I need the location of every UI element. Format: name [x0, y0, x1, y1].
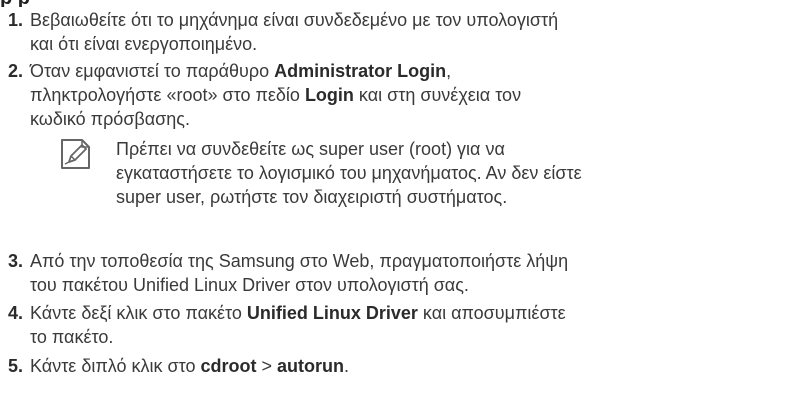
step-text-line: πληκτρολογήστε «root» στο πεδίο Login κα… [30, 83, 780, 107]
step-text: και αποσυμπιέστε [417, 303, 566, 323]
step-number: 2. [8, 61, 24, 81]
step-text: Κάντε δεξί κλικ στο πακέτο [30, 303, 247, 323]
note-box: Πρέπει να συνδεθείτε ως super user (root… [58, 137, 778, 227]
note-text-line: super user, ρωτήστε τον διαχειριστή συστ… [116, 187, 508, 207]
step-text-line: Κάντε διπλό κλικ στο cdroot > autorun. [30, 354, 780, 378]
step-text: , [446, 61, 452, 81]
step-text-line: Όταν εμφανιστεί το παράθυρο Administrato… [30, 59, 780, 83]
step-text-line: το πακέτο. [30, 327, 114, 347]
step-2: 2. Όταν εμφανιστεί το παράθυρο Administr… [8, 59, 780, 131]
window-name-administrator-login: Administrator Login [274, 61, 447, 81]
package-name-unified-linux-driver: Unified Linux Driver [246, 303, 418, 323]
step-number: 5. [8, 356, 24, 376]
step-number: 4. [8, 303, 24, 323]
note-text-line: Πρέπει να συνδεθείτε ως super user (root… [116, 139, 505, 159]
step-text: . [344, 356, 350, 376]
step-1: 1. Βεβαιωθείτε ότι το μηχάνημα είναι συν… [8, 8, 780, 56]
step-3: 3. Από την τοποθεσία της Samsung στο Web… [8, 249, 780, 297]
step-4: 4. Κάντε δεξί κλικ στο πακέτο Unified Li… [8, 301, 780, 349]
step-text-line: Βεβαιωθείτε ότι το μηχάνημα είναι συνδεδ… [30, 10, 559, 30]
folder-name-cdroot: cdroot [200, 356, 257, 376]
step-5: 5. Κάντε διπλό κλικ στο cdroot > autorun… [8, 354, 780, 378]
file-name-autorun: autorun [277, 356, 344, 376]
note-text: Πρέπει να συνδεθείτε ως super user (root… [116, 137, 582, 209]
step-text: πληκτρολογήστε «root» στο πεδίο [30, 85, 305, 105]
step-text: > [256, 356, 277, 376]
step-text-line: και ότι είναι ενεργοποιημένο. [30, 34, 258, 54]
step-text-line: Από την τοποθεσία της Samsung στο Web, π… [30, 251, 569, 271]
cropped-heading: p p [0, 0, 30, 7]
step-text: Όταν εμφανιστεί το παράθυρο [30, 61, 275, 81]
note-text-line: εγκαταστήσετε το λογισμικό του μηχανήματ… [116, 163, 582, 183]
step-text: και στη συνέχεια τον [353, 85, 522, 105]
step-number: 3. [8, 251, 24, 271]
step-text-line: κωδικό πρόσβασης. [30, 109, 190, 129]
instruction-page: p p 1. Βεβαιωθείτε ότι το μηχάνημα είναι… [0, 0, 788, 401]
note-pencil-icon [58, 137, 92, 171]
step-text: Κάντε διπλό κλικ στο [30, 356, 201, 376]
step-text-line: Κάντε δεξί κλικ στο πακέτο Unified Linux… [30, 301, 780, 325]
step-text-line: του πακέτου Unified Linux Driver στον υπ… [30, 275, 469, 295]
step-number: 1. [8, 10, 24, 30]
field-name-login: Login [304, 85, 354, 105]
